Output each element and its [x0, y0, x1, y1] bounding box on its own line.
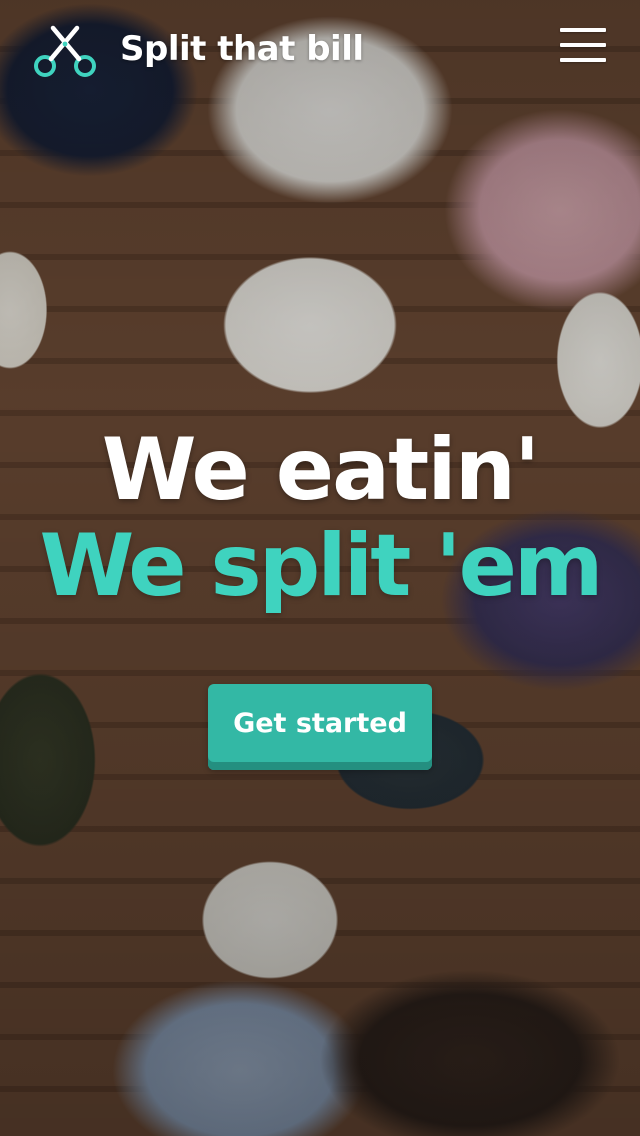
- menu-bar: [560, 58, 606, 62]
- hamburger-menu-icon[interactable]: [556, 24, 610, 66]
- get-started-button[interactable]: Get started: [208, 684, 432, 770]
- landing-screen: Split that bill We eatin' We split 'em G…: [0, 0, 640, 1136]
- hero-subheadline: We split 'em: [39, 516, 603, 616]
- menu-bar: [560, 28, 606, 32]
- menu-bar: [560, 43, 606, 47]
- hero-headline: We eatin': [101, 420, 541, 520]
- header: Split that bill: [0, 0, 640, 100]
- brand-name[interactable]: Split that bill: [120, 28, 364, 70]
- hero-section: We eatin' We split 'em: [0, 420, 640, 612]
- scissors-icon[interactable]: [32, 24, 98, 80]
